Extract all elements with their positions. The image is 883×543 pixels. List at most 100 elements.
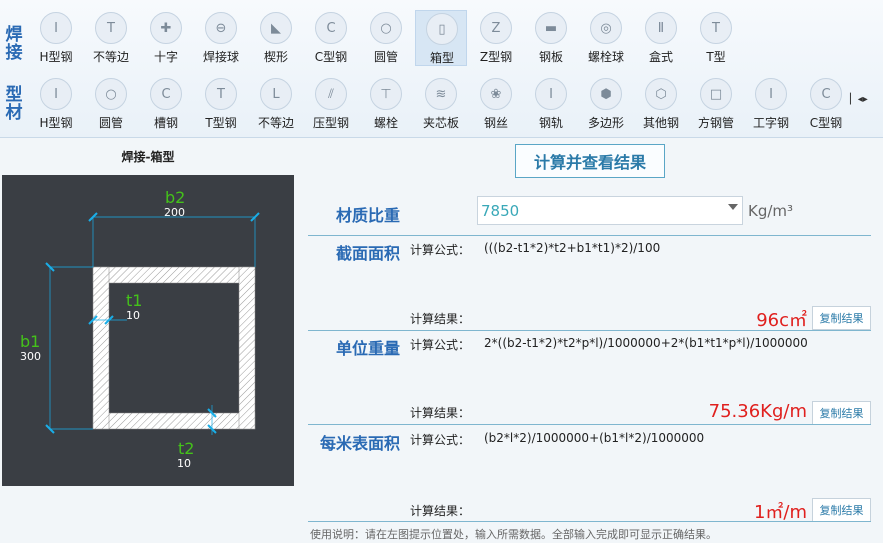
copy-result-weight-button[interactable]: 复制结果 xyxy=(812,401,871,425)
copy-result-surface-button[interactable]: 复制结果 xyxy=(812,498,871,522)
bolt-ball-icon: ◎ xyxy=(590,12,622,44)
toolbar-item-t-section[interactable]: T T型 xyxy=(690,10,742,66)
b2-label: b2 xyxy=(165,188,185,207)
toolbar-item-wedge[interactable]: ◣ 楔形 xyxy=(250,10,302,66)
steel-wire-icon: ❀ xyxy=(480,78,512,110)
toolbar-item-z-section[interactable]: Z Z型钢 xyxy=(470,10,522,66)
formula-label-surface: 计算公式： xyxy=(410,433,471,447)
toolbar-item-label: 圆管 xyxy=(373,50,398,64)
cross-icon: ✚ xyxy=(150,12,182,44)
c-channel-icon: C xyxy=(315,12,347,44)
box-section-drawing: b2 200 b1 300 t1 10 t2 10 xyxy=(20,188,260,470)
result-label-surface: 计算结果： xyxy=(410,504,471,518)
t-section-icon: T xyxy=(700,12,732,44)
b2-value: 200 xyxy=(164,206,185,219)
b1-label: b1 xyxy=(20,332,40,351)
toolbar-item-h-beam[interactable]: I H型钢 xyxy=(30,10,82,66)
toolbar-item-polygon[interactable]: ⬢ 多边形 xyxy=(580,76,632,132)
toolbar-row-weld-label: 焊接 xyxy=(5,25,23,63)
weld-ball-icon: ⊖ xyxy=(205,12,237,44)
polygon-icon: ⬢ xyxy=(590,78,622,110)
section-area-title: 截面面积 xyxy=(336,244,401,263)
toolbar-item-bolt[interactable]: ⊤ 螺栓 xyxy=(360,76,412,132)
density-value: 7850 xyxy=(481,202,520,220)
unequal-angle-icon: L xyxy=(260,78,292,110)
sandwich-panel-icon: ≋ xyxy=(425,78,457,110)
result-label-weight: 计算结果： xyxy=(410,406,471,420)
toolbar-item-label: C型钢 xyxy=(809,116,843,130)
toolbar-item-profiled-steel[interactable]: ⫽ 压型钢 xyxy=(305,76,357,132)
left-web xyxy=(92,266,110,430)
z-section-icon: Z xyxy=(480,12,512,44)
section-weight-title: 单位重量 xyxy=(336,339,401,358)
toolbar-item-steel-plate[interactable]: ▬ 钢板 xyxy=(525,10,577,66)
divider-3 xyxy=(308,424,871,425)
toolbar-item-cross[interactable]: ✚ 十字 xyxy=(140,10,192,66)
toolbar-item-other-steel[interactable]: ⬡ 其他钢 xyxy=(635,76,687,132)
divider-1 xyxy=(308,235,871,236)
formula-area: (((b2-t1*2)*t2+b1*t1)*2)/100 xyxy=(484,241,661,255)
toolbar-item-unequal-angle[interactable]: T 不等边 xyxy=(85,10,137,66)
square-tube-icon: □ xyxy=(700,78,732,110)
unequal-angle-icon: T xyxy=(95,12,127,44)
toolbar-item-steel-wire[interactable]: ❀ 钢丝 xyxy=(470,76,522,132)
profiled-steel-icon: ⫽ xyxy=(315,78,347,110)
steel-plate-icon: ▬ xyxy=(535,12,567,44)
toolbar-item-bolt-ball[interactable]: ◎ 螺栓球 xyxy=(580,10,632,66)
formula-label-weight: 计算公式： xyxy=(410,338,471,352)
toolbar-row-profile-label: 型材 xyxy=(5,85,23,123)
toolbar-item-t-beam[interactable]: T T型钢 xyxy=(195,76,247,132)
toolbar-item-channel[interactable]: C 槽钢 xyxy=(140,76,192,132)
toolbar-item-box-section[interactable]: ▯ 箱型 xyxy=(415,10,467,66)
toolbar-scroll-arrows[interactable]: ▏◂▸ xyxy=(850,94,868,105)
section-surface-title: 每米表面积 xyxy=(320,434,401,453)
box-section-diagram: b2 200 b1 300 t1 10 t2 10 xyxy=(2,175,294,486)
right-web xyxy=(238,266,256,430)
copy-result-area-button[interactable]: 复制结果 xyxy=(812,306,871,330)
result-area: 96c㎡ xyxy=(756,310,807,331)
toolbar-item-rail[interactable]: I 钢轨 xyxy=(525,76,577,132)
toolbar-item-h-beam[interactable]: I H型钢 xyxy=(30,76,82,132)
t2-value: 10 xyxy=(177,457,191,470)
density-unit: Kg/m³ xyxy=(748,202,794,220)
c-channel-icon: C xyxy=(810,78,842,110)
h-beam-icon: I xyxy=(40,78,72,110)
density-select[interactable]: 7850 xyxy=(477,196,743,225)
t1-label: t1 xyxy=(126,291,142,310)
round-tube-icon: ○ xyxy=(370,12,402,44)
round-tube-icon: ○ xyxy=(95,78,127,110)
t1-value: 10 xyxy=(126,309,140,322)
bottom-flange xyxy=(92,412,256,430)
formula-surface: (b2*l*2)/1000000+(b1*l*2)/1000000 xyxy=(484,431,705,445)
toolbar-item-i-beam[interactable]: I 工字钢 xyxy=(745,76,797,132)
top-flange xyxy=(92,266,256,284)
toolbar-item-label: T型 xyxy=(706,50,726,64)
i-beam-icon: I xyxy=(755,78,787,110)
chevron-down-icon[interactable] xyxy=(728,204,738,210)
h-beam-icon: I xyxy=(40,12,72,44)
box-section-icon: ▯ xyxy=(426,13,458,45)
toolbar-item-unequal-angle[interactable]: L 不等边 xyxy=(250,76,302,132)
divider-2 xyxy=(308,330,871,331)
t2-label: t2 xyxy=(178,439,194,458)
divider-4 xyxy=(308,521,871,522)
b1-value: 300 xyxy=(20,350,41,363)
toolbar-item-sandwich-panel[interactable]: ≋ 夹芯板 xyxy=(415,76,467,132)
toolbar-item-weld-ball[interactable]: ⊖ 焊接球 xyxy=(195,10,247,66)
usage-instructions: 使用说明：请在左图提示位置处，输入所需数据。全部输入完成即可显示正确结果。 xyxy=(310,528,717,541)
toolbar-item-round-tube[interactable]: ○ 圆管 xyxy=(85,76,137,132)
toolbar-item-round-tube[interactable]: ○ 圆管 xyxy=(360,10,412,66)
density-title: 材质比重 xyxy=(336,206,401,225)
calculate-button[interactable]: 计算并查看结果 xyxy=(515,144,665,178)
formula-label-area: 计算公式： xyxy=(410,243,471,257)
shape-toolbar: 焊接 型材 I H型钢 T 不等边 ✚ 十字 ⊖ 焊接球 ◣ 楔形 C C型钢 ○ 圆管 ▯ 箱型 Z Z型钢 ▬ 钢… xyxy=(0,0,883,138)
rail-icon: I xyxy=(535,78,567,110)
channel-icon: C xyxy=(150,78,182,110)
toolbar-item-c-channel[interactable]: C C型钢 xyxy=(800,76,852,132)
toolbar-item-square-tube[interactable]: □ 方钢管 xyxy=(690,76,742,132)
toolbar-item-c-channel[interactable]: C C型钢 xyxy=(305,10,357,66)
bolt-icon: ⊤ xyxy=(370,78,402,110)
box-type-icon: Ⅱ xyxy=(645,12,677,44)
wedge-icon: ◣ xyxy=(260,12,292,44)
toolbar-item-box-type[interactable]: Ⅱ 盒式 xyxy=(635,10,687,66)
